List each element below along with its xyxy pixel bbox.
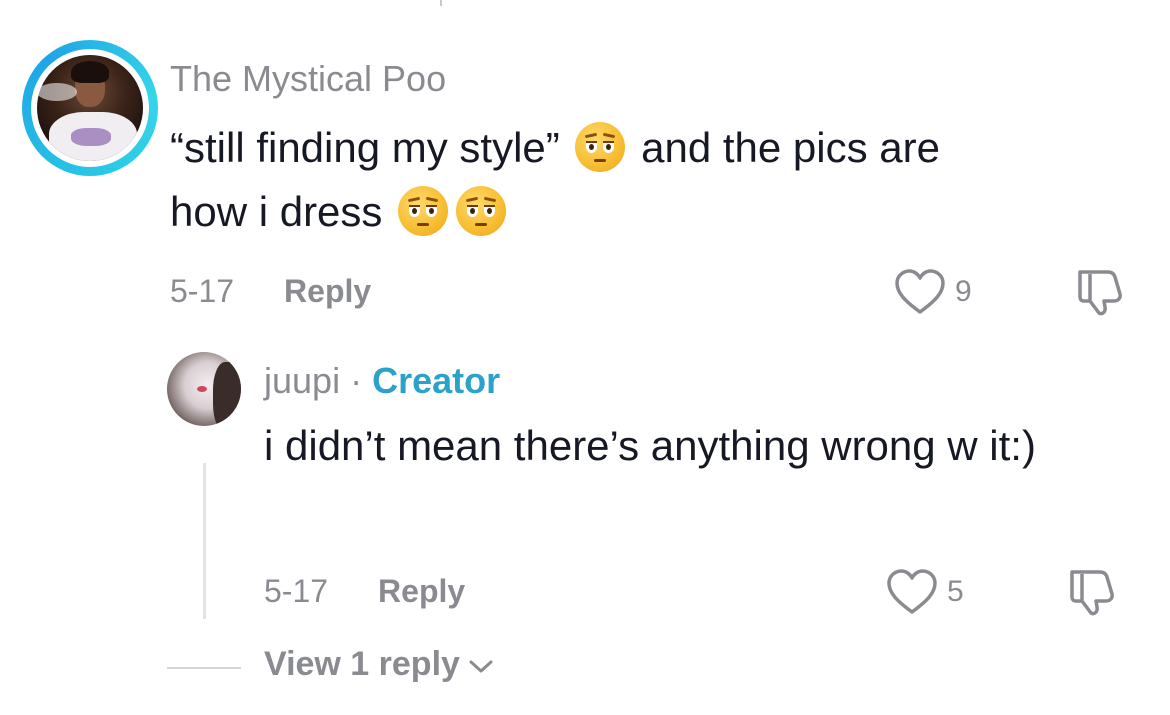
comment-text-part: “still finding my style”: [170, 124, 560, 171]
comment-username[interactable]: The Mystical Poo: [170, 58, 446, 100]
like-count: 9: [955, 275, 972, 308]
dislike-icon[interactable]: [1072, 266, 1126, 318]
like-button[interactable]: 5: [885, 568, 964, 616]
separator-dot: ·: [350, 360, 363, 401]
avatar-photo: [37, 55, 143, 161]
avatar[interactable]: [22, 40, 158, 176]
comment-date: 5-17: [170, 273, 235, 309]
heart-icon[interactable]: [885, 568, 939, 616]
reply-text: i didn’t mean there’s anything wrong w i…: [264, 422, 1036, 469]
view-replies-line: [167, 667, 241, 669]
comment-text-part: and the pics are: [641, 124, 940, 171]
dislike-icon[interactable]: [1064, 566, 1118, 618]
comment-text: “still finding my style” and the pics ar…: [170, 116, 1130, 244]
view-replies-button[interactable]: View 1 reply: [264, 645, 494, 684]
thread-line: [203, 463, 206, 619]
comment-text-part: how i dress: [170, 188, 383, 235]
top-divider-tick: [440, 0, 442, 6]
pleading-face-emoji: [575, 122, 626, 172]
reply-button[interactable]: Reply: [378, 573, 465, 610]
heart-icon[interactable]: [893, 268, 947, 316]
chevron-down-icon: [468, 645, 494, 684]
reply-date: 5-17: [264, 573, 329, 609]
comment-meta: 5-17 Reply: [170, 273, 371, 310]
view-replies-label: View 1 reply: [264, 645, 460, 683]
reply-button[interactable]: Reply: [284, 273, 371, 310]
reply-username[interactable]: juupi: [264, 360, 340, 401]
like-button[interactable]: 9: [893, 268, 972, 316]
reply-username-row: juupi · Creator: [264, 360, 500, 402]
pleading-face-emoji: [398, 186, 449, 236]
reply-avatar[interactable]: [167, 352, 241, 426]
like-count: 5: [947, 575, 964, 608]
creator-badge: Creator: [372, 360, 501, 401]
pleading-face-emoji: [456, 186, 507, 236]
reply-meta: 5-17 Reply: [264, 573, 465, 610]
